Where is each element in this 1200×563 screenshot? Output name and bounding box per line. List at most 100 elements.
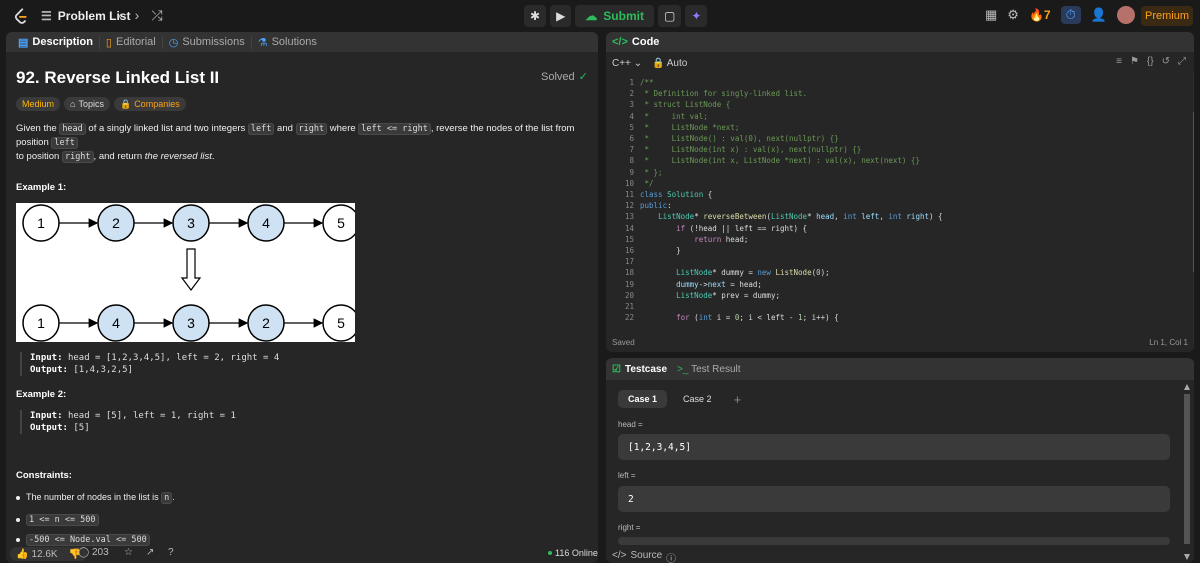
bug-icon: ✱ xyxy=(530,9,541,23)
topics-badge[interactable]: ⌂ Topics xyxy=(64,97,110,111)
case-1-tab[interactable]: Case 1 xyxy=(618,390,668,408)
line-number: 16 xyxy=(624,246,634,256)
output-label: Output: xyxy=(30,365,68,375)
line-number: 7 xyxy=(629,145,634,155)
lock-icon: 🔒 xyxy=(652,57,665,69)
head-input[interactable]: [1,2,3,4,5] xyxy=(618,434,1170,460)
language-select[interactable]: C++ ⌄ xyxy=(612,58,642,69)
submit-button[interactable]: ☁ Submit xyxy=(575,5,654,27)
node-value: 3 xyxy=(187,215,195,231)
line-number: 13 xyxy=(624,212,634,222)
node-value: 3 xyxy=(187,315,195,331)
next-problem-icon[interactable]: › xyxy=(135,7,140,24)
settings-gear-icon[interactable]: ⚙ xyxy=(1007,7,1019,23)
desc-code: right xyxy=(61,151,94,163)
braces-icon[interactable]: {} xyxy=(1147,56,1154,67)
constraints-heading: Constraints: xyxy=(16,470,72,481)
node-value: 1 xyxy=(37,315,45,331)
tab-label: Solutions xyxy=(271,36,317,48)
note-icon: ▢ xyxy=(663,9,676,23)
source-link[interactable]: </> Source ⓘ xyxy=(612,550,676,563)
constraint-code: 1 <= n <= 500 xyxy=(26,514,99,526)
language-label: C++ xyxy=(612,57,631,69)
example-2-io: Input: head = [5], left = 1, right = 1 O… xyxy=(20,410,236,434)
line-number: 12 xyxy=(624,201,634,211)
left-input[interactable]: 2 xyxy=(618,486,1170,512)
tab-editorial[interactable]: ▯ Editorial xyxy=(100,35,163,49)
companies-badge[interactable]: 🔒 Companies xyxy=(113,97,186,111)
difficulty-badge: Medium xyxy=(16,97,61,111)
auto-mode[interactable]: 🔒 Auto xyxy=(652,58,687,69)
help-icon[interactable]: ? xyxy=(168,547,174,558)
online-count: 116 Online xyxy=(548,548,598,558)
expand-icon[interactable]: ⤢ xyxy=(1178,56,1186,67)
like-button[interactable]: 👍 12.6K 👎 xyxy=(10,547,88,561)
format-icon[interactable]: ≡ xyxy=(1116,56,1122,67)
streak-counter[interactable]: 🔥7 xyxy=(1029,8,1051,22)
line-number: 1 xyxy=(629,78,634,87)
avatar[interactable] xyxy=(1116,6,1135,24)
code-toolbar: C++ ⌄ 🔒 Auto ≡ ⚑ {} ↺ ⤢ xyxy=(606,54,1194,72)
timer-icon[interactable]: ⏱ xyxy=(1060,6,1081,24)
description-panel: ▤ Description ▯ Editorial ◷ Submissions … xyxy=(6,32,598,563)
shuffle-icon[interactable]: ⤮ xyxy=(151,7,162,24)
output-value: [5] xyxy=(73,423,90,433)
comment-icon: ◯ xyxy=(78,547,90,558)
page-title[interactable]: 92. Reverse Linked List II xyxy=(16,68,219,88)
line-number: 4 xyxy=(629,111,634,121)
tab-label: Testcase xyxy=(624,363,668,375)
tab-submissions[interactable]: ◷ Submissions xyxy=(163,35,252,49)
reset-icon[interactable]: ↺ xyxy=(1162,56,1170,67)
head-label: head = xyxy=(618,420,643,429)
layout-grid-icon[interactable]: ▦ xyxy=(985,7,997,23)
example-1-io: Input: head = [1,2,3,4,5], left = 2, rig… xyxy=(20,352,279,376)
desc-text: of a singly linked list and two integers xyxy=(85,123,248,134)
prev-problem-icon[interactable]: ‹ xyxy=(118,7,123,24)
comments-button[interactable]: ◯ 203 xyxy=(78,547,109,558)
save-status: Saved xyxy=(612,338,635,347)
code-scrollbar[interactable] xyxy=(1193,72,1194,352)
ai-assist-button[interactable]: ✦ xyxy=(685,5,708,27)
tab-description[interactable]: ▤ Description xyxy=(12,35,100,49)
right-input[interactable] xyxy=(618,537,1170,545)
notes-button[interactable]: ▢ xyxy=(657,5,682,27)
run-button[interactable]: ▶ xyxy=(550,5,572,27)
line-number: 2 xyxy=(629,89,634,99)
description-footer: 👍 12.6K 👎 ◯ 203 ☆ ↗ ? 116 Online xyxy=(6,547,598,563)
testcase-scrollbar[interactable] xyxy=(1184,382,1190,562)
share-icon[interactable]: ↗ xyxy=(146,547,154,558)
add-friend-icon[interactable]: 👤 xyxy=(1091,7,1107,23)
case-2-tab[interactable]: Case 2 xyxy=(673,390,722,408)
code-footer: Saved Ln 1, Col 1 xyxy=(612,338,1188,347)
example-1-heading: Example 1: xyxy=(16,182,67,193)
problem-description: Given the head of a singly linked list a… xyxy=(16,122,586,164)
output-label: Output: xyxy=(30,423,68,433)
constraint-code: -500 <= Node.val <= 500 xyxy=(26,534,150,546)
streak-count: 7 xyxy=(1043,8,1051,22)
tab-testcase[interactable]: ☑ Testcase xyxy=(612,364,667,375)
line-number: 18 xyxy=(624,268,634,278)
node-value: 5 xyxy=(337,215,345,231)
line-number: 20 xyxy=(624,290,634,300)
comment-count: 203 xyxy=(91,547,109,558)
tab-label: Submissions xyxy=(182,36,245,48)
line-number: 14 xyxy=(624,223,634,233)
constraint-item: The number of nodes in the list is n. xyxy=(16,492,175,504)
leetcode-logo-icon[interactable] xyxy=(12,7,30,25)
checkbox-icon: ☑ xyxy=(612,363,621,375)
add-case-icon[interactable]: + xyxy=(728,392,742,407)
code-icon: </> xyxy=(612,550,627,561)
desc-code: left xyxy=(51,137,78,149)
right-label: right = xyxy=(618,523,641,532)
premium-button[interactable]: Premium xyxy=(1141,6,1193,26)
companies-label: Companies xyxy=(134,99,180,109)
terminal-icon: >_ xyxy=(677,363,689,375)
star-icon[interactable]: ☆ xyxy=(124,547,133,558)
bookmark-icon[interactable]: ⚑ xyxy=(1130,56,1139,67)
code-editor[interactable]: /** * Definition for singly-linked list.… xyxy=(640,77,943,323)
line-number: 11 xyxy=(624,190,634,200)
tab-solutions[interactable]: ⚗ Solutions xyxy=(252,36,323,49)
code-header: </> Code xyxy=(606,32,1194,52)
debug-button[interactable]: ✱ xyxy=(524,5,547,27)
tab-test-result[interactable]: >_ Test Result xyxy=(677,364,740,375)
